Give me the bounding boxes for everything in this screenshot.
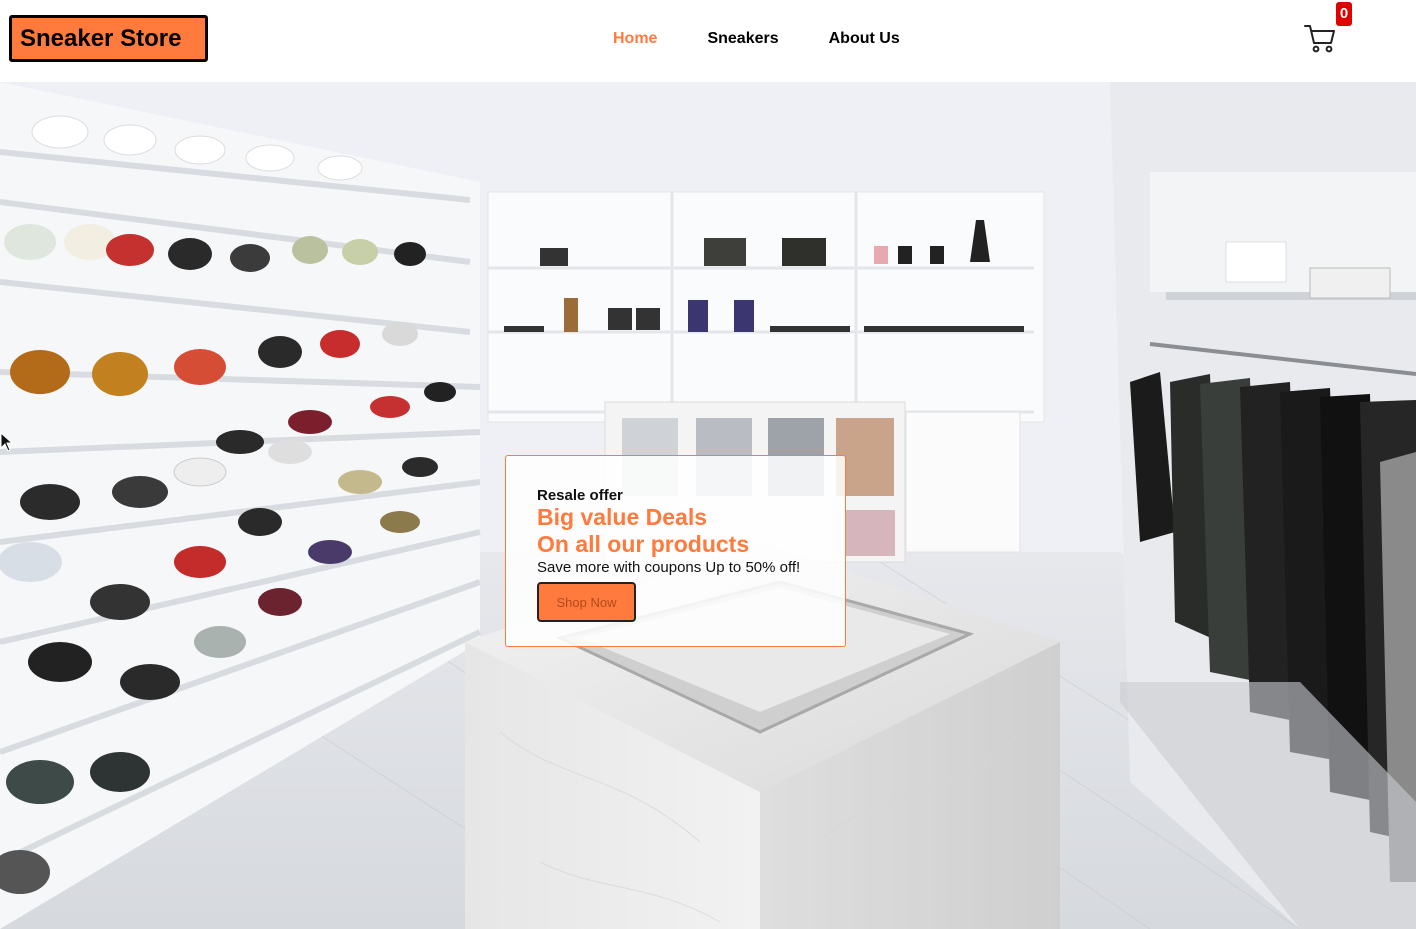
nav-about-link[interactable]: About Us	[829, 30, 900, 48]
site-logo[interactable]: Sneaker Store	[9, 15, 208, 62]
offer-headline-line-1: Big value Deals	[537, 504, 708, 530]
nav-home-link[interactable]: Home	[613, 30, 657, 48]
cart-icon[interactable]	[1303, 22, 1337, 54]
shop-now-button[interactable]: Shop Now	[537, 582, 636, 622]
offer-headline-line-2: On all our products	[537, 531, 750, 557]
offer-kicker: Resale offer	[537, 487, 623, 504]
main-nav: Home Sneakers About Us	[613, 30, 950, 48]
hero-banner: Resale offer Big value Deals On all our …	[0, 82, 1416, 929]
offer-subtext: Save more with coupons Up to 50% off!	[537, 559, 801, 576]
cart-count-badge: 0	[1336, 2, 1352, 26]
offer-card: Resale offer Big value Deals On all our …	[505, 455, 846, 647]
nav-sneakers-link[interactable]: Sneakers	[707, 30, 778, 48]
mouse-cursor-icon	[0, 432, 14, 452]
navbar: Sneaker Store Home Sneakers About Us 0	[0, 0, 1416, 82]
